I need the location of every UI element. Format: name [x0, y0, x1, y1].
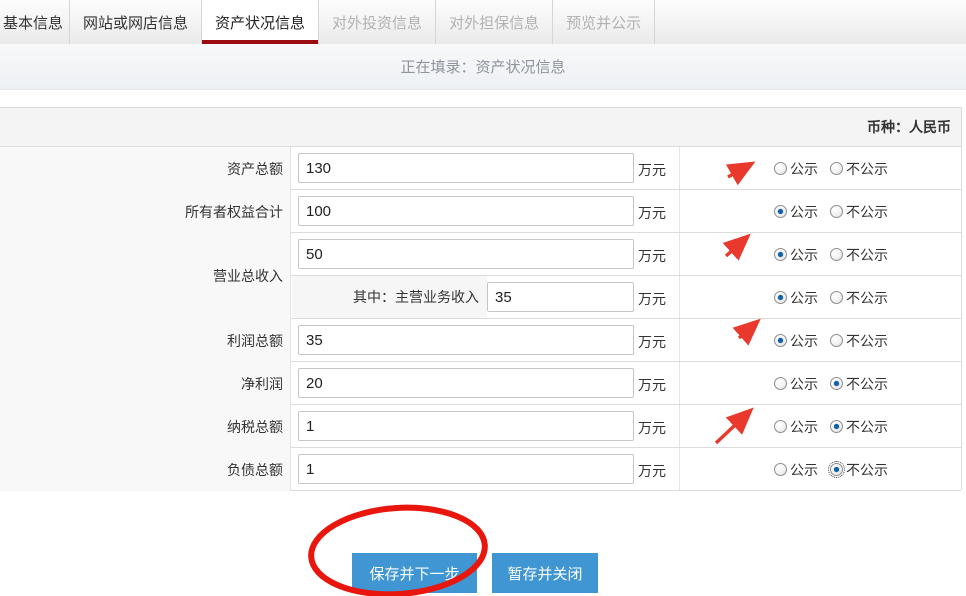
- radio-label-private[interactable]: 不公示: [846, 331, 888, 351]
- radio-public-total-profit[interactable]: [774, 334, 787, 347]
- publicity-choice: 公示 不公示: [679, 362, 961, 405]
- radio-public-total-revenue[interactable]: [774, 248, 787, 261]
- radio-label-private[interactable]: 不公示: [846, 417, 888, 437]
- radio-private-total-liabilities[interactable]: [830, 463, 843, 476]
- tab-preview-publish: 预览并公示: [553, 0, 655, 44]
- asset-status-table: 币种：人民币 资产总额 万元 公示 不公示 所有者权益合计 万元 公示 不公示: [0, 107, 962, 490]
- row-label: 负债总额: [0, 448, 291, 491]
- radio-label-public[interactable]: 公示: [790, 417, 818, 437]
- form-row-total-assets: 资产总额 万元 公示 不公示: [0, 147, 961, 190]
- input-total-assets[interactable]: [298, 153, 634, 183]
- unit-suffix: 万元: [638, 147, 666, 190]
- publicity-choice: 公示 不公示: [679, 190, 961, 233]
- unit-suffix: 万元: [638, 319, 666, 362]
- radio-label-private[interactable]: 不公示: [846, 202, 888, 222]
- input-total-revenue[interactable]: [298, 239, 634, 269]
- form-row-total-profit: 利润总额 万元 公示 不公示: [0, 319, 961, 362]
- row-label: 净利润: [0, 362, 291, 405]
- radio-public-total-tax[interactable]: [774, 420, 787, 433]
- asset-status-form-page: 基本信息 网站或网店信息 资产状况信息 对外投资信息 对外担保信息 预览并公示 …: [0, 0, 966, 596]
- row-label: 资产总额: [0, 147, 291, 190]
- tab-investment-info: 对外投资信息: [319, 0, 436, 44]
- form-row-owners-equity: 所有者权益合计 万元 公示 不公示: [0, 190, 961, 233]
- radio-private-total-assets[interactable]: [830, 162, 843, 175]
- input-total-tax[interactable]: [298, 411, 634, 441]
- form-row-total-liabilities: 负债总额 万元 公示 不公示: [0, 448, 961, 491]
- input-total-liabilities[interactable]: [298, 454, 634, 484]
- currency-header: 币种：人民币: [0, 108, 961, 147]
- tab-website-info[interactable]: 网站或网店信息: [70, 0, 202, 44]
- tab-guarantee-info: 对外担保信息: [436, 0, 553, 44]
- radio-label-private[interactable]: 不公示: [846, 159, 888, 179]
- unit-suffix: 万元: [638, 405, 666, 448]
- publicity-choice: 公示 不公示: [679, 405, 961, 448]
- row-label: 所有者权益合计: [0, 190, 291, 233]
- form-row-total-revenue: 营业总收入 万元 公示 不公示: [0, 233, 961, 276]
- radio-private-total-profit[interactable]: [830, 334, 843, 347]
- unit-suffix: 万元: [638, 448, 666, 491]
- row-label: 营业总收入: [0, 233, 291, 319]
- publicity-choice: 公示 不公示: [679, 276, 961, 319]
- current-section-banner: 正在填录：资产状况信息: [0, 44, 966, 90]
- publicity-choice: 公示 不公示: [679, 319, 961, 362]
- radio-label-public[interactable]: 公示: [790, 460, 818, 480]
- radio-label-public[interactable]: 公示: [790, 202, 818, 222]
- tab-basic-info[interactable]: 基本信息: [0, 0, 70, 44]
- radio-private-main-business-revenue[interactable]: [830, 291, 843, 304]
- unit-suffix: 万元: [638, 190, 666, 233]
- radio-public-owners-equity[interactable]: [774, 205, 787, 218]
- radio-private-total-revenue[interactable]: [830, 248, 843, 261]
- row-label: 利润总额: [0, 319, 291, 362]
- radio-label-private[interactable]: 不公示: [846, 374, 888, 394]
- radio-label-public[interactable]: 公示: [790, 374, 818, 394]
- radio-label-private[interactable]: 不公示: [846, 245, 888, 265]
- save-close-button[interactable]: 暂存并关闭: [492, 553, 598, 593]
- unit-suffix: 万元: [638, 362, 666, 405]
- publicity-choice: 公示 不公示: [679, 147, 961, 190]
- input-total-profit[interactable]: [298, 325, 634, 355]
- radio-label-public[interactable]: 公示: [790, 159, 818, 179]
- row-label: 纳税总额: [0, 405, 291, 448]
- radio-public-total-liabilities[interactable]: [774, 463, 787, 476]
- publicity-choice: 公示 不公示: [679, 233, 961, 276]
- radio-label-private[interactable]: 不公示: [846, 288, 888, 308]
- radio-private-total-tax[interactable]: [830, 420, 843, 433]
- unit-suffix: 万元: [638, 276, 666, 319]
- radio-public-main-business-revenue[interactable]: [774, 291, 787, 304]
- form-row-total-tax: 纳税总额 万元 公示 不公示: [0, 405, 961, 448]
- unit-suffix: 万元: [638, 233, 666, 276]
- input-owners-equity[interactable]: [298, 196, 634, 226]
- tab-asset-status[interactable]: 资产状况信息: [202, 0, 319, 44]
- save-next-button[interactable]: 保存并下一步: [352, 553, 477, 593]
- input-net-profit[interactable]: [298, 368, 634, 398]
- radio-label-public[interactable]: 公示: [790, 331, 818, 351]
- radio-private-owners-equity[interactable]: [830, 205, 843, 218]
- tab-bar: 基本信息 网站或网店信息 资产状况信息 对外投资信息 对外担保信息 预览并公示: [0, 0, 966, 44]
- radio-label-public[interactable]: 公示: [790, 288, 818, 308]
- current-section-text: 正在填录：资产状况信息: [400, 56, 565, 77]
- publicity-choice: 公示 不公示: [679, 448, 961, 491]
- form-row-net-profit: 净利润 万元 公示 不公示: [0, 362, 961, 405]
- sub-row-label: 其中：主营业务收入: [292, 276, 487, 318]
- radio-label-public[interactable]: 公示: [790, 245, 818, 265]
- radio-label-private[interactable]: 不公示: [846, 460, 888, 480]
- input-main-business-revenue[interactable]: [487, 282, 634, 312]
- radio-public-total-assets[interactable]: [774, 162, 787, 175]
- radio-public-net-profit[interactable]: [774, 377, 787, 390]
- radio-private-net-profit[interactable]: [830, 377, 843, 390]
